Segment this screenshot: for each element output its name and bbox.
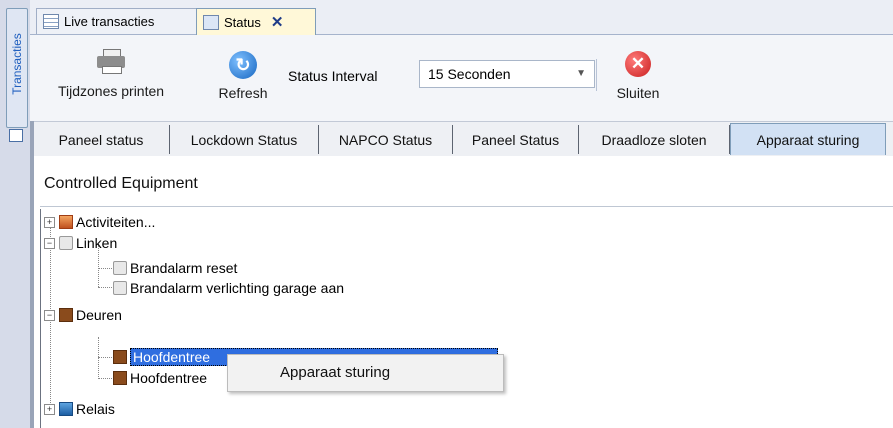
status-interval-dropdown[interactable]: 15 Seconden ▼ [419, 60, 595, 88]
door-icon [59, 308, 73, 322]
close-label: Sluiten [616, 85, 660, 101]
transacties-side-tab[interactable]: Transacties [6, 8, 28, 128]
link-icon [113, 261, 127, 275]
tab-draadloze-sloten[interactable]: Draadloze sloten [579, 125, 730, 154]
section-divider [40, 206, 893, 207]
tab-apparaat-sturing[interactable]: Apparaat sturing [730, 123, 886, 155]
toolbar-separator [596, 59, 597, 91]
tab-paneel-status-2[interactable]: Paneel Status [453, 125, 579, 154]
tab-paneel-status[interactable]: Paneel status [33, 125, 170, 154]
refresh-label: Refresh [218, 85, 268, 101]
tab-live-transacties[interactable]: Live transacties [36, 8, 205, 34]
tree-node-hoofdentree-2-label: Hoofdentree [130, 370, 208, 386]
link-icon [59, 236, 73, 250]
collapse-icon[interactable]: − [44, 237, 55, 249]
close-icon: ✕ [625, 51, 651, 77]
expand-icon[interactable]: + [44, 216, 55, 228]
document-tab-bar: Live transacties Status ✕ [30, 0, 893, 35]
status-icon [203, 14, 219, 30]
tree-node-deuren-label: Deuren [76, 307, 122, 323]
activity-icon [59, 215, 73, 229]
tree-node-deuren[interactable]: − Deuren [44, 305, 122, 325]
side-panel: Transacties [0, 0, 30, 428]
context-menu-apparaat-sturing[interactable]: Apparaat sturing [280, 364, 390, 381]
tree-node-activiteiten[interactable]: + Activiteiten... [44, 212, 155, 232]
door-icon [113, 350, 127, 364]
tab-live-transacties-label: Live transacties [64, 14, 155, 29]
expand-icon[interactable]: + [44, 403, 55, 415]
tree-node-activiteiten-label: Activiteiten... [76, 214, 156, 230]
tree-node-brandalarm-verlichting-label: Brandalarm verlichting garage aan [130, 280, 345, 296]
section-title: Controlled Equipment [44, 175, 198, 192]
link-icon [113, 281, 127, 295]
tree-node-relais-label: Relais [76, 401, 115, 417]
grid-icon [43, 14, 59, 29]
tree-node-linken[interactable]: − Linken [44, 233, 117, 253]
close-tab-icon[interactable]: ✕ [271, 13, 284, 31]
door-icon [113, 371, 127, 385]
status-tabs: Paneel status Lockdown Status NAPCO Stat… [30, 121, 893, 156]
tree-node-brandalarm-reset[interactable]: Brandalarm reset [113, 258, 237, 278]
panel-icon [9, 129, 23, 142]
tab-status-label: Status [224, 14, 261, 30]
status-interval-value: 15 Seconden [428, 66, 511, 82]
relay-icon [59, 402, 73, 416]
printer-icon [97, 49, 125, 74]
status-interval-label: Status Interval [288, 68, 378, 84]
tree-node-brandalarm-verlichting[interactable]: Brandalarm verlichting garage aan [113, 278, 344, 298]
panel-edge [30, 121, 34, 428]
print-timezones-label: Tijdzones printen [57, 83, 165, 99]
toolbar: Tijdzones printen ↻ Refresh Status Inter… [30, 35, 893, 121]
tab-status[interactable]: Status ✕ [196, 8, 316, 35]
collapse-icon[interactable]: − [44, 309, 55, 321]
context-menu: Apparaat sturing [227, 354, 504, 392]
tab-napco-status[interactable]: NAPCO Status [319, 125, 453, 154]
tree-node-hoofdentree[interactable]: Hoofdentree [113, 368, 207, 388]
refresh-icon: ↻ [229, 51, 257, 79]
close-button[interactable]: ✕ Sluiten [608, 51, 668, 101]
refresh-button[interactable]: ↻ Refresh [208, 51, 278, 101]
print-timezones-button[interactable]: Tijdzones printen [52, 49, 170, 99]
tree-node-linken-label: Linken [76, 235, 118, 251]
tree-node-relais[interactable]: + Relais [44, 399, 115, 419]
equipment-tree: + Activiteiten... − Linken Brandalarm re… [40, 209, 893, 428]
transacties-side-label: Transacties [10, 33, 24, 95]
tree-node-brandalarm-reset-label: Brandalarm reset [130, 260, 238, 276]
tab-lockdown-status[interactable]: Lockdown Status [170, 125, 319, 154]
chevron-down-icon[interactable]: ▼ [576, 68, 586, 79]
